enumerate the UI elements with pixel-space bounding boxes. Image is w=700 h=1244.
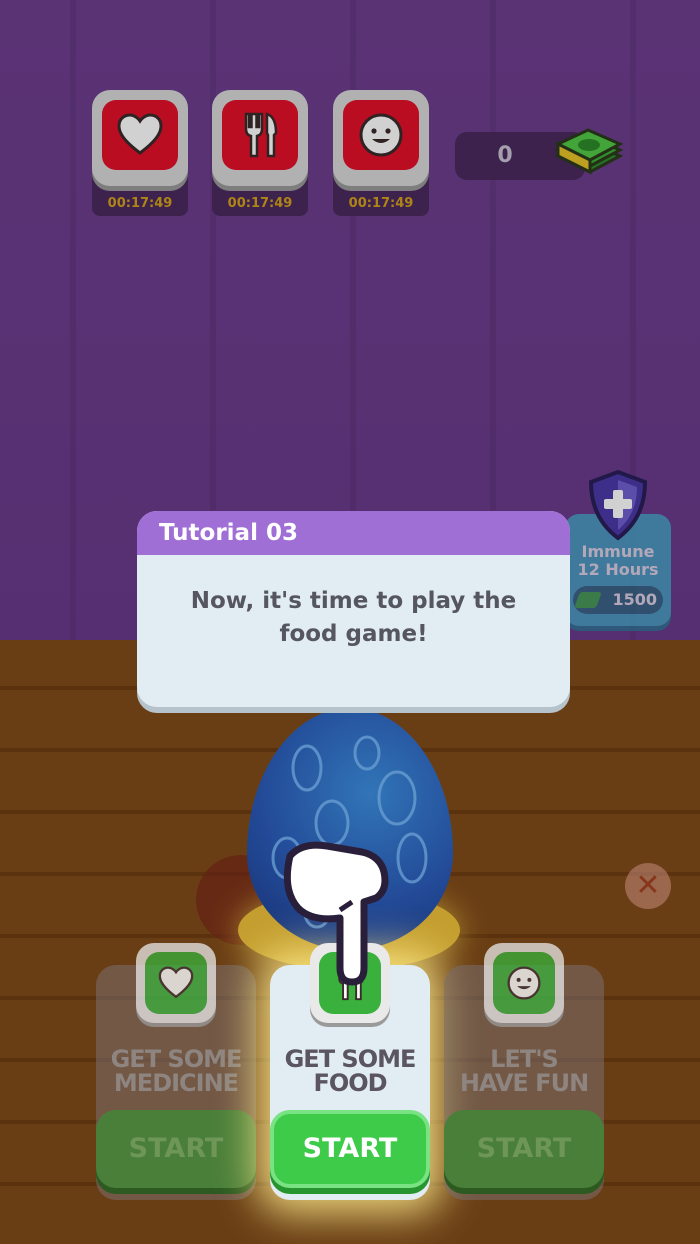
medicine-title: GET SOME MEDICINE [110, 1045, 243, 1097]
food-start-button[interactable]: START [270, 1110, 430, 1188]
fun-start-button[interactable]: START [444, 1110, 604, 1188]
tutorial-message: Now, it's time to play the food game! [190, 588, 517, 647]
food-card: GET SOME FOOD START [270, 943, 430, 1200]
food-title: GET SOME FOOD [284, 1045, 417, 1097]
medicine-start-button[interactable]: START [96, 1110, 256, 1188]
pointing-hand-icon [283, 841, 389, 986]
smiley-icon [493, 952, 555, 1014]
medicine-card: GET SOME MEDICINE START [96, 943, 256, 1200]
tutorial-title: Tutorial 03 [159, 520, 298, 546]
heart-icon [145, 952, 207, 1014]
fun-title: LET'S HAVE FUN [459, 1045, 589, 1097]
tutorial-dialog: Tutorial 03 Now, it's time to play the f… [137, 511, 570, 707]
fun-card: LET'S HAVE FUN START [444, 943, 604, 1200]
tutorial-header: Tutorial 03 [137, 511, 570, 555]
